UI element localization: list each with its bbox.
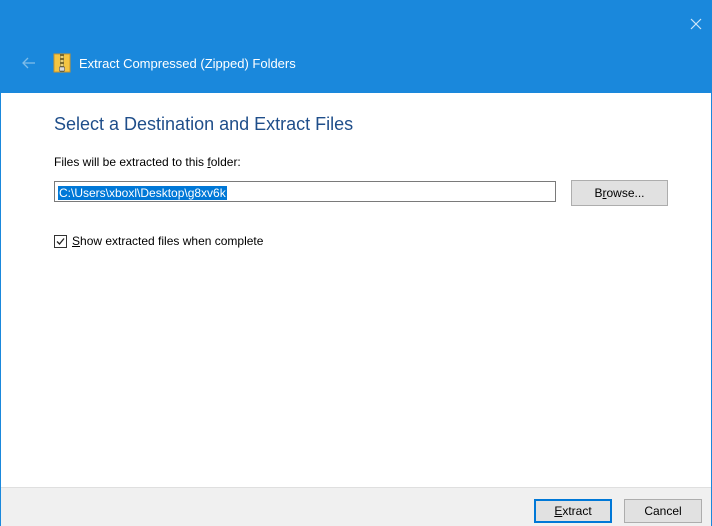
show-files-label-post: how extracted files when complete bbox=[80, 234, 264, 248]
browse-label-post: owse... bbox=[606, 186, 645, 200]
back-button[interactable] bbox=[18, 54, 40, 72]
zip-folder-icon bbox=[53, 52, 71, 74]
page-heading: Select a Destination and Extract Files bbox=[54, 114, 354, 134]
title-bar: Extract Compressed (Zipped) Folders bbox=[1, 1, 711, 93]
destination-label: Files will be extracted to this folder: bbox=[54, 155, 241, 169]
extract-button[interactable]: Extract bbox=[534, 499, 612, 523]
destination-label-pre: Files will be extracted to this bbox=[54, 155, 208, 169]
browse-label-pre: B bbox=[594, 186, 603, 200]
show-files-label-accesskey: S bbox=[72, 234, 81, 248]
extract-label-post: xtract bbox=[562, 504, 592, 518]
cancel-button[interactable]: Cancel bbox=[624, 499, 702, 523]
close-icon bbox=[690, 18, 702, 30]
show-files-label: Show extracted files when complete bbox=[72, 234, 263, 248]
close-button[interactable] bbox=[685, 13, 707, 35]
checkmark-icon bbox=[56, 238, 65, 245]
destination-path-input[interactable]: C:\Users\xboxl\Desktop\g8xv6k bbox=[54, 181, 556, 202]
browse-button[interactable]: Browse... bbox=[571, 180, 668, 206]
show-files-checkbox[interactable] bbox=[54, 235, 67, 248]
extract-dialog-window: Extract Compressed (Zipped) Folders Sele… bbox=[0, 0, 712, 526]
destination-label-post: older: bbox=[210, 155, 241, 169]
window-title: Extract Compressed (Zipped) Folders bbox=[79, 56, 296, 71]
destination-path-value: C:\Users\xboxl\Desktop\g8xv6k bbox=[58, 186, 227, 200]
back-arrow-icon bbox=[22, 57, 35, 69]
